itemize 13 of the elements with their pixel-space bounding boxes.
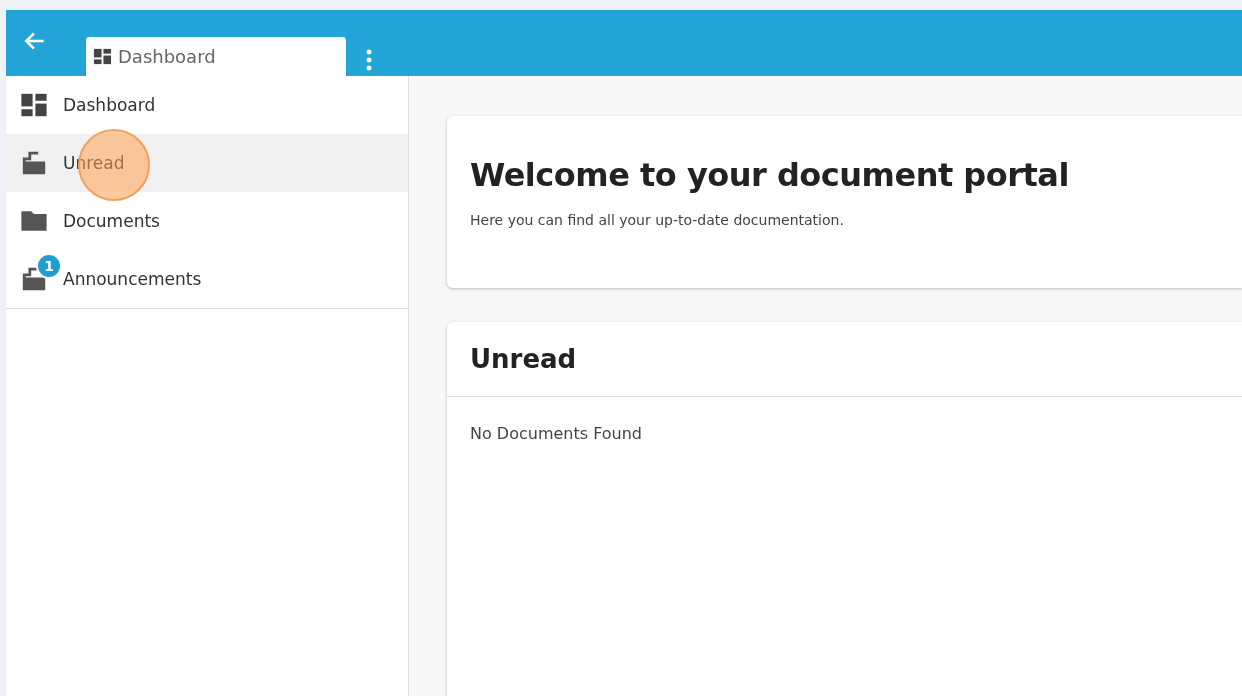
tray-icon xyxy=(20,149,48,177)
sidebar-item[interactable]: 1 Announcements xyxy=(6,250,408,308)
count-badge: 1 xyxy=(36,253,62,279)
dashboard-icon xyxy=(20,91,48,119)
welcome-title: Welcome to your document portal xyxy=(470,156,1070,194)
sidebar-item[interactable]: Documents xyxy=(6,192,408,250)
dashboard-icon xyxy=(93,47,112,66)
welcome-text: Here you can find all your up-to-date documentation. xyxy=(470,212,845,228)
unread-title: Unread xyxy=(470,344,577,374)
dashboard-tab[interactable]: Dashboard xyxy=(86,37,346,76)
empty-message: No Documents Found xyxy=(470,424,643,443)
more-menu-icon[interactable] xyxy=(366,48,372,72)
sidebar-item[interactable]: Dashboard xyxy=(6,76,408,134)
